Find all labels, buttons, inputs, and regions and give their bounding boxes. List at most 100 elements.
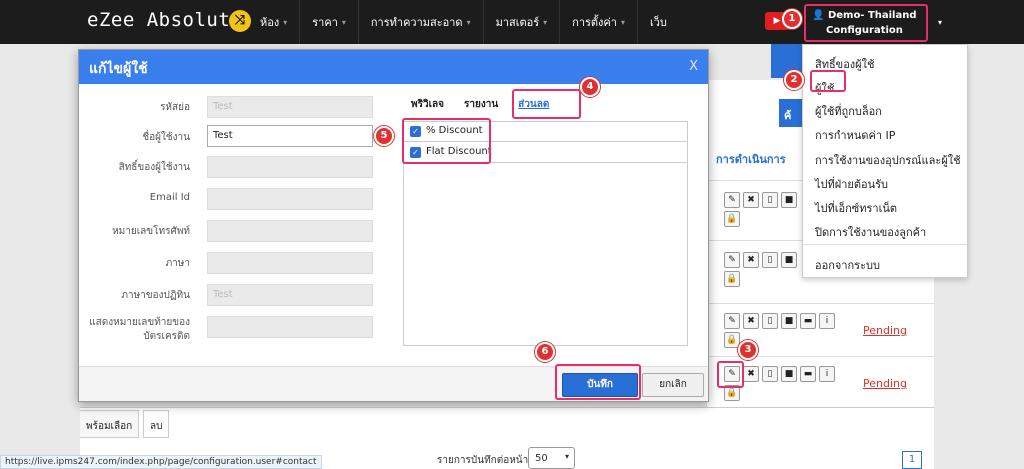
field-label-username: ชื่อผู้ใช้งาน: [142, 132, 190, 143]
nav-rates-label: ราคา: [312, 16, 338, 29]
callout-3: 3: [738, 340, 758, 360]
modal-title: แก้ไขผู้ใช้: [89, 61, 148, 77]
edit-user-modal: แก้ไขผู้ใช้ X รหัสย่อ Test ชื่อผู้ใช้งาน…: [78, 49, 709, 402]
lock-icon[interactable]: ■: [781, 313, 797, 329]
chevron-down-icon: ▾: [341, 17, 346, 27]
lock-user-icon[interactable]: 🔒: [724, 332, 740, 348]
menu-item-device-usage[interactable]: การใช้งานของอุปกรณ์และผู้ใช้: [815, 151, 961, 169]
mobile-icon[interactable]: ▯: [762, 252, 778, 268]
callout-5: 5: [374, 126, 394, 146]
select-all-button[interactable]: พร้อมเลือก: [80, 410, 140, 438]
lock-user-icon[interactable]: 🔒: [724, 211, 740, 227]
nav-rates[interactable]: ราคา ▾: [299, 0, 358, 44]
page-number[interactable]: 1: [902, 451, 922, 469]
chevron-down-icon: ▾: [466, 17, 471, 27]
card-digits-select: [207, 316, 373, 338]
pencil-icon[interactable]: ✎: [724, 252, 740, 268]
menu-item-blocked-users[interactable]: ผู้ใช้ที่ถูกบล็อก: [815, 102, 882, 120]
pencil-icon[interactable]: ✎: [724, 192, 740, 208]
mobile-icon[interactable]: ▯: [762, 313, 778, 329]
lock-icon[interactable]: ■: [781, 366, 797, 382]
menu-item-extranet[interactable]: ไปที่เอ็กซ์ทราเน็ต: [815, 199, 897, 217]
delete-button[interactable]: ลบ: [143, 410, 170, 438]
menu-item-logout[interactable]: ออกจากระบบ: [815, 256, 880, 274]
info-icon[interactable]: i: [819, 313, 835, 329]
field-label-email: Email Id: [149, 192, 190, 203]
menu-item-disable-customer[interactable]: ปิดการใช้งานของลูกค้า: [815, 223, 926, 241]
chevron-down-icon: ▾: [937, 18, 942, 27]
username-input[interactable]: Test: [207, 125, 373, 147]
close-icon[interactable]: ✖: [743, 252, 759, 268]
field-label-card-last-digits: แสดงหมายเลขท้ายของ: [89, 317, 190, 328]
pending-link[interactable]: Pending: [863, 377, 907, 390]
email-input: [207, 188, 373, 210]
nav-settings[interactable]: การตั้งค่า ▾: [559, 0, 637, 44]
background-search-button[interactable]: ค้: [779, 99, 802, 127]
info-icon[interactable]: i: [819, 366, 835, 382]
tab-privileges[interactable]: พริวิเลจ: [411, 97, 444, 112]
lock-icon[interactable]: ■: [781, 192, 797, 208]
user-menu-button[interactable]: 👤 Demo- Thailand Configuration ▾: [804, 4, 942, 42]
save-highlight: [555, 364, 641, 400]
main-nav: ห้อง ▾ ราคา ▾ การทำความสะอาด ▾ มาสเตอร์ ▾ กา…: [256, 0, 679, 44]
lock-user-icon[interactable]: 🔒: [724, 271, 740, 287]
user-name-line: 👤 Demo- Thailand: [812, 10, 917, 21]
callout-1: 1: [782, 9, 802, 29]
edit-highlight: [717, 361, 744, 388]
discount-tab-highlight: [512, 89, 581, 119]
per-page-label: รายการบันทึกต่อหน้า: [437, 455, 529, 466]
chat-icon[interactable]: ▬: [800, 366, 816, 382]
nav-rooms[interactable]: ห้อง ▾: [256, 0, 299, 44]
per-page-select[interactable]: 50 ▾: [528, 447, 575, 469]
tab-reports[interactable]: รายงาน: [464, 97, 498, 112]
shuffle-icon: ⤨: [229, 10, 251, 32]
close-icon[interactable]: X: [689, 59, 698, 74]
mobile-icon[interactable]: ▯: [762, 366, 778, 382]
callout-6: 6: [535, 342, 555, 362]
nav-web[interactable]: เว็บ: [636, 0, 679, 44]
user-section: Configuration: [826, 25, 903, 36]
user-privilege-select: [207, 156, 373, 178]
cancel-button[interactable]: ยกเลิก: [642, 373, 704, 397]
mobile-icon[interactable]: ▯: [762, 192, 778, 208]
users-highlight: [810, 70, 846, 92]
field-label-language: ภาษา: [165, 258, 190, 269]
nav-masters[interactable]: มาสเตอร์ ▾: [482, 0, 560, 44]
discount-options-highlight: [402, 118, 491, 164]
user-name: Demo- Thailand: [827, 10, 917, 21]
app-logo[interactable]: eZee Absolute: [87, 9, 242, 31]
field-label-short-code: รหัสย่อ: [160, 102, 190, 113]
top-navbar: eZee Absolute ⤨ ห้อง ▾ ราคา ▾ การทำความสะอ…: [0, 0, 1024, 44]
actions-column-header: การดำเนินการ: [716, 153, 786, 166]
menu-divider: [803, 244, 967, 245]
short-code-input: Test: [207, 96, 373, 118]
field-label-calendar-language: ภาษาของปฏิทิน: [121, 290, 190, 301]
nav-masters-label: มาสเตอร์: [495, 16, 540, 29]
chevron-down-icon: ▾: [283, 17, 288, 27]
nav-settings-label: การตั้งค่า: [572, 16, 617, 29]
nav-housekeeping-label: การทำความสะอาด: [370, 16, 463, 29]
chat-icon[interactable]: ▬: [800, 313, 816, 329]
calendar-language-select: Test: [207, 284, 373, 306]
language-select: [207, 252, 373, 274]
modal-header: แก้ไขผู้ใช้ X: [79, 50, 708, 84]
close-icon[interactable]: ✖: [743, 192, 759, 208]
status-url: https://live.ipms247.com/index.php/page/…: [0, 455, 322, 469]
callout-2: 2: [784, 70, 804, 90]
phone-input: [207, 220, 373, 242]
chevron-down-icon: ▾: [620, 17, 625, 27]
lock-icon[interactable]: ■: [781, 252, 797, 268]
callout-4: 4: [580, 77, 600, 97]
field-label-user-privilege: สิทธิ์ของผู้ใช้งาน: [118, 162, 190, 173]
pending-link[interactable]: Pending: [863, 324, 907, 337]
menu-item-front-desk[interactable]: ไปที่ฝ่ายต้อนรับ: [815, 175, 888, 193]
nav-rooms-label: ห้อง: [260, 16, 280, 29]
field-label-card-last-digits-2: บัตรเครดิต: [143, 331, 190, 342]
close-icon[interactable]: ✖: [743, 366, 759, 382]
pencil-icon[interactable]: ✎: [724, 313, 740, 329]
user-icon: 👤: [812, 10, 825, 21]
chevron-down-icon: ▾: [564, 452, 569, 461]
menu-item-ip-config[interactable]: การกำหนดค่า IP: [815, 126, 895, 144]
close-icon[interactable]: ✖: [743, 313, 759, 329]
nav-housekeeping[interactable]: การทำความสะอาด ▾: [357, 0, 483, 44]
